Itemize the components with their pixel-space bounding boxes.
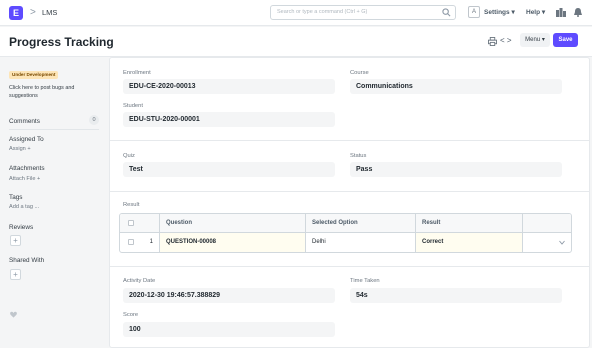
- row-index: 1: [149, 239, 153, 245]
- select-all-cell: [120, 214, 160, 233]
- bell-icon[interactable]: [573, 8, 583, 17]
- settings-label: Settings: [484, 9, 510, 16]
- heart-icon[interactable]: [10, 311, 17, 318]
- reviews-label: Reviews: [9, 224, 34, 231]
- sidebar-divider: [9, 129, 99, 130]
- search-bar[interactable]: Search or type a command (Ctrl + G): [270, 5, 456, 20]
- time-taken-label: Time Taken: [350, 278, 380, 284]
- enrollment-label: Enrollment: [123, 70, 151, 76]
- assigned-to-label: Assigned To: [9, 136, 44, 143]
- quiz-field[interactable]: Test: [123, 162, 335, 177]
- status-field[interactable]: Pass: [350, 162, 562, 177]
- row-checkbox[interactable]: [128, 239, 134, 245]
- enrollment-field[interactable]: EDU-CE-2020-00013: [123, 79, 335, 94]
- add-review-button[interactable]: +: [10, 235, 21, 246]
- search-icon: [442, 8, 451, 17]
- select-all-checkbox[interactable]: [128, 220, 134, 226]
- settings-menu[interactable]: Settings ▾: [484, 6, 515, 19]
- score-label: Score: [123, 312, 139, 318]
- course-field[interactable]: Communications: [350, 79, 562, 94]
- help-menu[interactable]: Help ▾: [526, 6, 545, 19]
- cell-selected-option[interactable]: Delhi: [306, 233, 416, 252]
- score-field[interactable]: 100: [123, 322, 335, 337]
- form-sidebar: Under Development Click here to post bug…: [0, 57, 108, 348]
- result-label: Result: [123, 202, 140, 208]
- cell-result[interactable]: Correct: [416, 233, 523, 252]
- student-label: Student: [123, 103, 143, 109]
- course-label: Course: [350, 70, 369, 76]
- attachments-label: Attachments: [9, 165, 45, 172]
- help-label: Help: [526, 9, 541, 16]
- under-development-badge: Under Development: [9, 71, 59, 79]
- print-icon[interactable]: [488, 37, 497, 46]
- navbar: E > LMS Search or type a command (Ctrl +…: [0, 0, 592, 26]
- table-row[interactable]: 1 QUESTION-00008 Delhi Correct: [120, 233, 571, 252]
- prev-next-buttons[interactable]: < >: [500, 34, 512, 48]
- add-share-button[interactable]: +: [10, 269, 21, 280]
- row-edit-cell[interactable]: [523, 233, 571, 252]
- row-select-cell: 1: [120, 233, 160, 252]
- column-header-question[interactable]: Question: [160, 214, 306, 233]
- result-table: Question Selected Option Result 1 QUESTI…: [119, 213, 572, 253]
- column-header-actions: [523, 214, 571, 233]
- activity-date-field[interactable]: 2020-12-30 19:46:57.388829: [123, 288, 335, 303]
- menu-button-label: Menu: [525, 37, 541, 43]
- breadcrumb-separator: >: [30, 7, 36, 18]
- user-avatar[interactable]: A: [468, 6, 480, 18]
- quiz-label: Quiz: [123, 153, 135, 159]
- page-header: Progress Tracking < > Menu ▾ Save: [0, 27, 592, 57]
- activity-date-label: Activity Date: [123, 278, 156, 284]
- save-button[interactable]: Save: [553, 33, 578, 47]
- table-header-row: Question Selected Option Result: [120, 214, 571, 233]
- app-logo[interactable]: E: [9, 6, 23, 20]
- comments-label[interactable]: Comments: [9, 117, 40, 126]
- column-header-selected-option[interactable]: Selected Option: [306, 214, 416, 233]
- section-divider: [110, 266, 589, 267]
- comments-count-badge: 0: [89, 115, 99, 125]
- page-title: Progress Tracking: [9, 35, 114, 49]
- search-input[interactable]: Search or type a command (Ctrl + G): [277, 6, 367, 19]
- tags-label: Tags: [9, 194, 23, 201]
- shared-with-label: Shared With: [9, 257, 45, 264]
- menu-button[interactable]: Menu ▾: [520, 33, 550, 47]
- attach-file-link[interactable]: Attach File +: [9, 175, 40, 183]
- status-label: Status: [350, 153, 367, 159]
- time-taken-field[interactable]: 54s: [350, 288, 562, 303]
- assign-link[interactable]: Assign +: [9, 145, 31, 153]
- notification-icon[interactable]: [556, 8, 566, 17]
- section-divider: [110, 191, 589, 192]
- bug-report-link-line1[interactable]: Click here to post bugs and: [9, 84, 74, 92]
- student-field[interactable]: EDU-STU-2020-00001: [123, 112, 335, 127]
- cell-question[interactable]: QUESTION-00008: [160, 233, 306, 252]
- bug-report-link-line2[interactable]: suggestions: [9, 92, 38, 100]
- chevron-down-icon[interactable]: [559, 240, 565, 245]
- form-card: Enrollment EDU-CE-2020-00013 Course Comm…: [109, 57, 590, 348]
- breadcrumb-lms[interactable]: LMS: [42, 6, 57, 20]
- add-tag-link[interactable]: Add a tag ...: [9, 203, 39, 211]
- column-header-result[interactable]: Result: [416, 214, 523, 233]
- section-divider: [110, 140, 589, 141]
